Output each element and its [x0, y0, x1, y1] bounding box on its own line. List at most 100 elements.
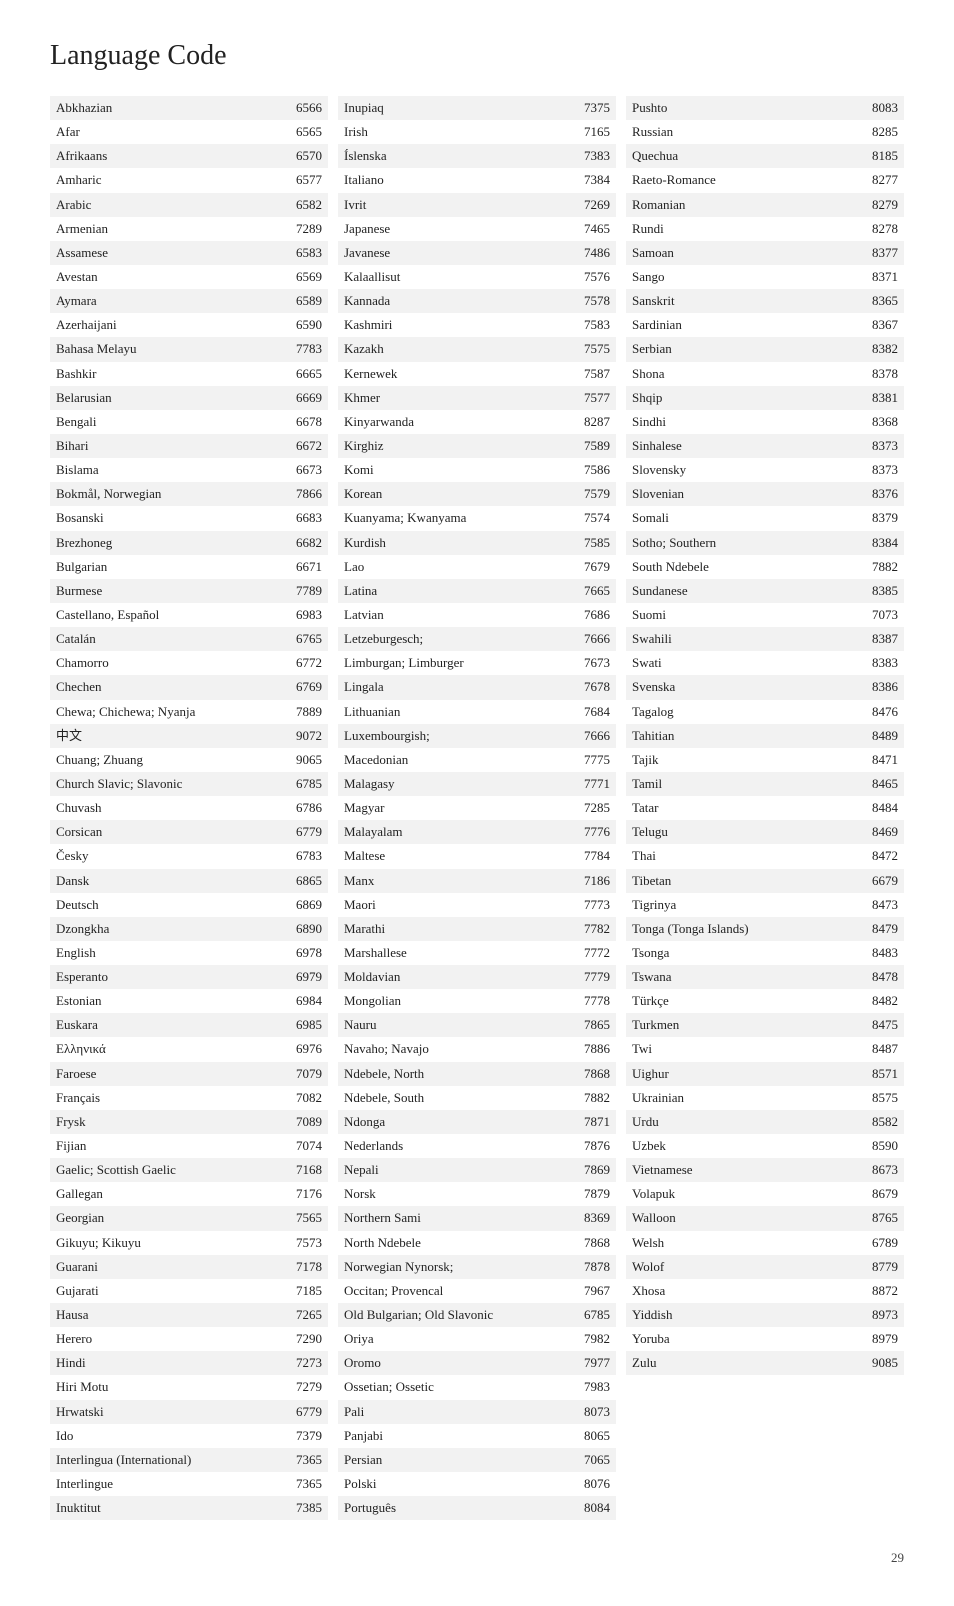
table-row: Panjabi8065	[338, 1424, 616, 1448]
table-row: Sindhi8368	[626, 410, 904, 434]
table-row: Latvian7686	[338, 603, 616, 627]
language-name: Shona	[632, 364, 862, 384]
language-code: 7776	[574, 822, 610, 842]
language-name: Ελληνικά	[56, 1039, 286, 1059]
language-name: Japanese	[344, 219, 574, 239]
table-row: Hindi7273	[50, 1351, 328, 1375]
table-row: Gujarati7185	[50, 1279, 328, 1303]
table-row: Bengali6678	[50, 410, 328, 434]
table-row: Oriya7982	[338, 1327, 616, 1351]
language-code: 6679	[862, 871, 898, 891]
table-row: Dansk6865	[50, 869, 328, 893]
table-row: Xhosa8872	[626, 1279, 904, 1303]
language-name: Castellano, Español	[56, 605, 286, 625]
table-row: Ido7379	[50, 1424, 328, 1448]
language-code: 7882	[862, 557, 898, 577]
language-name: Lingala	[344, 677, 574, 697]
language-name: Khmer	[344, 388, 574, 408]
language-name: Walloon	[632, 1208, 862, 1228]
language-code: 7579	[574, 484, 610, 504]
language-code: 7879	[574, 1184, 610, 1204]
table-row: Esperanto6979	[50, 965, 328, 989]
language-code: 7977	[574, 1353, 610, 1373]
language-code: 7773	[574, 895, 610, 915]
language-code: 7269	[574, 195, 610, 215]
language-name: Volapuk	[632, 1184, 862, 1204]
table-row: Sardinian8367	[626, 313, 904, 337]
language-code: 7586	[574, 460, 610, 480]
language-code: 6985	[286, 1015, 322, 1035]
language-code: 7565	[286, 1208, 322, 1228]
table-row: Inuktitut7385	[50, 1496, 328, 1520]
language-name: Zulu	[632, 1353, 862, 1373]
table-row: Kalaallisut7576	[338, 265, 616, 289]
language-code: 8779	[862, 1257, 898, 1277]
language-code: 8582	[862, 1112, 898, 1132]
table-row: Sotho; Southern8384	[626, 531, 904, 555]
table-row: Polski8076	[338, 1472, 616, 1496]
table-row: Shqip8381	[626, 386, 904, 410]
table-row: Rundi8278	[626, 217, 904, 241]
language-name: Urdu	[632, 1112, 862, 1132]
table-row: Khmer7577	[338, 386, 616, 410]
language-name: Rundi	[632, 219, 862, 239]
language-code: 6682	[286, 533, 322, 553]
language-code: 8083	[862, 98, 898, 118]
language-code: 6673	[286, 460, 322, 480]
language-name: Panjabi	[344, 1426, 574, 1446]
language-name: Belarusian	[56, 388, 286, 408]
language-code: 6983	[286, 605, 322, 625]
language-code: 7074	[286, 1136, 322, 1156]
table-row: Hausa7265	[50, 1303, 328, 1327]
language-name: Deutsch	[56, 895, 286, 915]
table-row: Shona8378	[626, 362, 904, 386]
language-name: Bashkir	[56, 364, 286, 384]
language-code: 8472	[862, 846, 898, 866]
language-code: 7775	[574, 750, 610, 770]
table-row: Türkçe8482	[626, 989, 904, 1013]
table-row: Nauru7865	[338, 1013, 616, 1037]
language-code: 8076	[574, 1474, 610, 1494]
language-name: Interlingue	[56, 1474, 286, 1494]
language-name: Gujarati	[56, 1281, 286, 1301]
language-code: 7789	[286, 581, 322, 601]
language-code: 7587	[574, 364, 610, 384]
language-code: 7882	[574, 1088, 610, 1108]
language-code: 7573	[286, 1233, 322, 1253]
table-row: Kurdish7585	[338, 531, 616, 555]
language-name: Hindi	[56, 1353, 286, 1373]
language-name: Tswana	[632, 967, 862, 987]
table-row: Tigrinya8473	[626, 893, 904, 917]
table-row: Pali8073	[338, 1400, 616, 1424]
table-row: Marshallese7772	[338, 941, 616, 965]
language-code: 8379	[862, 508, 898, 528]
language-code: 8487	[862, 1039, 898, 1059]
language-code: 6669	[286, 388, 322, 408]
table-row: Lao7679	[338, 555, 616, 579]
language-code: 7290	[286, 1329, 322, 1349]
language-name: Magyar	[344, 798, 574, 818]
language-code: 8484	[862, 798, 898, 818]
table-row: Chuang; Zhuang9065	[50, 748, 328, 772]
language-code: 7678	[574, 677, 610, 697]
language-name: Ukrainian	[632, 1088, 862, 1108]
language-code: 6772	[286, 653, 322, 673]
language-name: Arabic	[56, 195, 286, 215]
table-row: Tsonga8483	[626, 941, 904, 965]
language-name: Pali	[344, 1402, 574, 1422]
language-code: 8084	[574, 1498, 610, 1518]
language-name: Letzeburgesch;	[344, 629, 574, 649]
language-code: 6789	[862, 1233, 898, 1253]
language-code: 8384	[862, 533, 898, 553]
language-code: 7784	[574, 846, 610, 866]
language-code: 7073	[862, 605, 898, 625]
table-row: Dzongkha6890	[50, 917, 328, 941]
table-row: Old Bulgarian; Old Slavonic6785	[338, 1303, 616, 1327]
language-code: 8483	[862, 943, 898, 963]
table-row: Amharic6577	[50, 168, 328, 192]
language-code: 6978	[286, 943, 322, 963]
table-row: Assamese6583	[50, 241, 328, 265]
language-name: Bahasa Melayu	[56, 339, 286, 359]
language-code: 8279	[862, 195, 898, 215]
language-code: 7982	[574, 1329, 610, 1349]
